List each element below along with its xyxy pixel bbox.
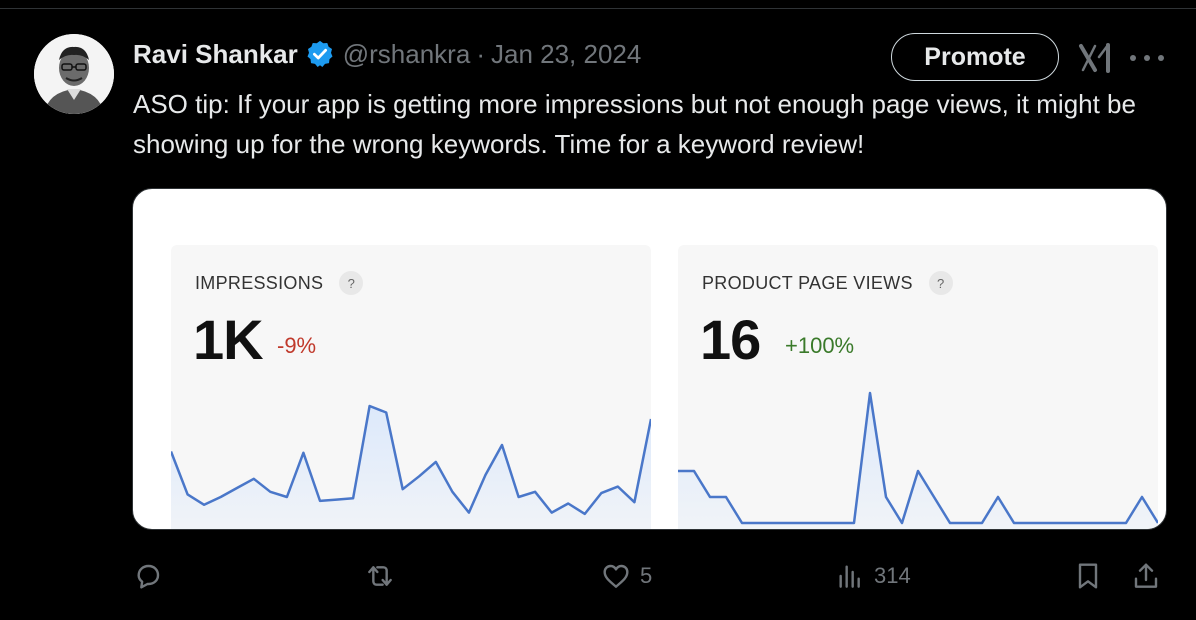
avatar-photo: [34, 34, 114, 114]
impressions-label: IMPRESSIONS: [195, 272, 324, 293]
page-views-sparkline: [678, 391, 1158, 529]
more-icon[interactable]: [1130, 44, 1164, 72]
share-button[interactable]: [1130, 556, 1162, 596]
like-icon: [603, 564, 629, 588]
verified-badge-icon[interactable]: [305, 39, 335, 69]
reply-icon: [137, 564, 160, 589]
reply-button[interactable]: [132, 556, 164, 596]
sparkline-area: [678, 393, 1158, 529]
metric-label: PRODUCT PAGE VIEWS ?: [702, 271, 953, 295]
like-count: 5: [640, 563, 653, 588]
tweet-text: ASO tip: If your app is getting more imp…: [133, 89, 1136, 159]
page-views-label: PRODUCT PAGE VIEWS: [702, 272, 913, 293]
impressions-change: -9%: [277, 333, 317, 358]
bookmark-button[interactable]: [1072, 556, 1104, 596]
views-count: 314: [874, 563, 911, 588]
tweet-date[interactable]: Jan 23, 2024: [491, 39, 641, 70]
views-button[interactable]: 314: [834, 556, 911, 596]
author-handle[interactable]: @rshankra: [343, 39, 471, 70]
help-icon: ?: [928, 271, 953, 295]
impressions-sparkline: [171, 404, 651, 529]
tweet-header: Ravi Shankar @rshankra · Jan 23, 2024: [133, 34, 641, 74]
like-button[interactable]: 5: [600, 556, 652, 596]
views-icon: [839, 565, 860, 588]
share-icon: [1134, 563, 1158, 588]
metric-label: IMPRESSIONS ?: [195, 271, 364, 295]
avatar[interactable]: [34, 34, 114, 114]
author-name[interactable]: Ravi Shankar: [133, 39, 298, 70]
impressions-value: 1K: [193, 308, 264, 371]
promote-button[interactable]: Promote: [891, 33, 1059, 81]
impressions-card: IMPRESSIONS ? 1K -9%: [171, 245, 651, 529]
page-views-value: 16: [700, 308, 761, 371]
retweet-button[interactable]: [364, 556, 396, 596]
action-bar: 5 314: [0, 556, 1196, 596]
divider: [0, 8, 1196, 9]
help-icon: ?: [339, 271, 364, 295]
separator-dot: ·: [476, 38, 485, 69]
tweet-media-image[interactable]: IMPRESSIONS ? 1K -9% PRODUCT PAGE VIEWS …: [132, 188, 1167, 530]
retweet-icon: [368, 566, 392, 586]
bookmark-icon: [1078, 563, 1098, 589]
page-views-card: PRODUCT PAGE VIEWS ? 16 +100%: [678, 245, 1158, 529]
grok-icon[interactable]: [1078, 42, 1114, 74]
page-views-change: +100%: [785, 333, 855, 358]
